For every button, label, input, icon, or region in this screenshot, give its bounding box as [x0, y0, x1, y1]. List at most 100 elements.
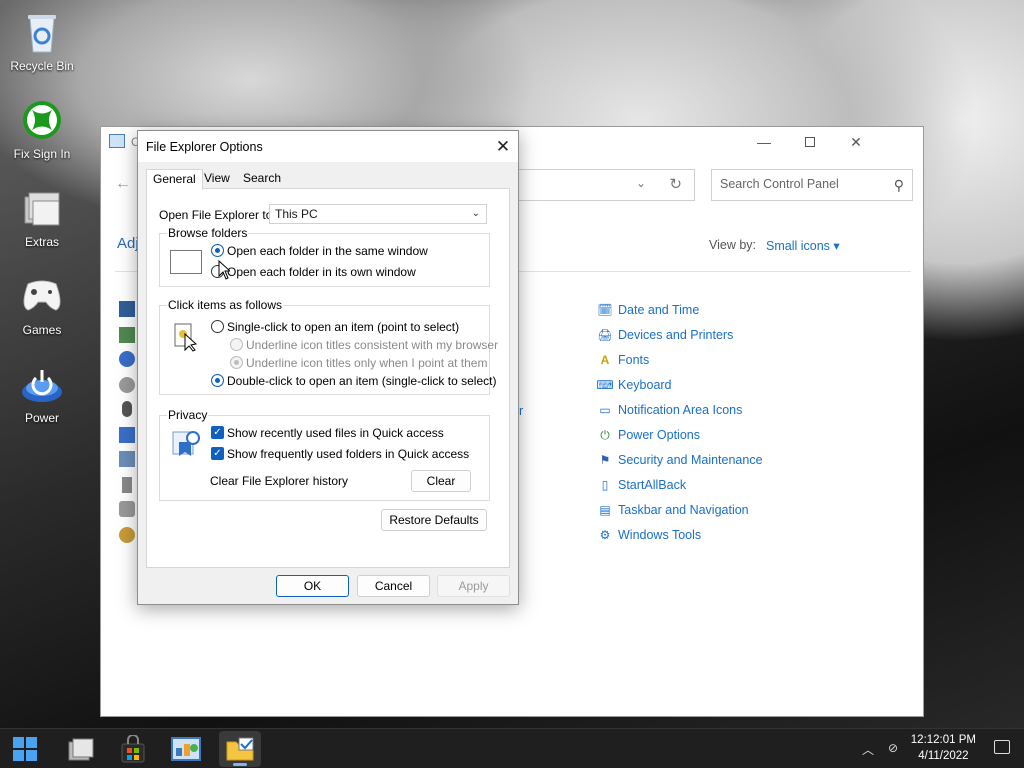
search-input[interactable]: [720, 177, 880, 191]
restore-defaults-button[interactable]: Restore Defaults: [381, 509, 487, 531]
folder-check-icon: [226, 737, 254, 761]
quick-access-icon: [172, 431, 200, 456]
view-by-dropdown[interactable]: Small icons ▾: [766, 238, 840, 253]
taskbar-file-explorer[interactable]: [60, 731, 102, 767]
option-label[interactable]: Show frequently used folders in Quick ac…: [227, 447, 469, 461]
taskbar-folder-options[interactable]: [219, 731, 261, 767]
network-status-icon[interactable]: ⊘: [888, 741, 898, 755]
chevron-down-icon[interactable]: ⌄: [636, 176, 646, 190]
startallback-icon: ▯: [601, 478, 609, 492]
dialog-title: File Explorer Options: [146, 140, 263, 154]
taskbar-control-panel[interactable]: [165, 731, 207, 767]
cp-item-power-options[interactable]: ⏻ Power Options: [597, 425, 700, 445]
close-button[interactable]: ✕: [833, 131, 879, 153]
chevron-up-icon[interactable]: ︿: [862, 741, 874, 758]
clear-history-label: Clear File Explorer history: [210, 474, 349, 488]
cp-item-label: Notification Area Icons: [618, 403, 743, 417]
desktop-icon-extras[interactable]: Extras: [2, 182, 82, 266]
option-label[interactable]: Single-click to open an item (point to s…: [227, 320, 459, 334]
storage-icon[interactable]: [119, 501, 135, 517]
option-label[interactable]: Open each folder in the same window: [227, 244, 428, 258]
dialog-titlebar[interactable]: File Explorer Options ✕: [138, 131, 518, 162]
option-label[interactable]: Underline icon titles consistent with my…: [246, 338, 498, 352]
start-button[interactable]: [4, 731, 46, 767]
search-box[interactable]: ⚲: [711, 169, 913, 201]
cp-item-label: StartAllBack: [618, 478, 687, 492]
sound-icon[interactable]: [122, 477, 132, 493]
computer-icon[interactable]: [119, 301, 135, 317]
option-label[interactable]: Open each folder in its own window: [227, 265, 416, 279]
maximize-button[interactable]: [787, 131, 833, 153]
cp-item-windows-tools[interactable]: ⚙ Windows Tools: [597, 525, 702, 545]
cp-item-date-and-time[interactable]: 🗓 Date and Time: [597, 300, 699, 320]
option-label[interactable]: Double-click to open an item (single-cli…: [227, 374, 496, 388]
search-icon[interactable]: ⚲: [894, 177, 904, 194]
cp-item-fonts[interactable]: A Fonts: [597, 350, 650, 370]
cp-item-label: Date and Time: [618, 303, 700, 317]
cancel-button[interactable]: Cancel: [357, 575, 430, 597]
notification-icon[interactable]: [994, 740, 1010, 754]
checkbox-recent-files[interactable]: ✓: [211, 426, 224, 439]
file-explorer-options-dialog: File Explorer Options ✕ General View Sea…: [137, 130, 519, 605]
close-icon: ✕: [495, 136, 511, 156]
maximize-icon: [805, 137, 815, 147]
chevron-down-icon: ⌄: [471, 208, 480, 219]
tab-general[interactable]: General: [146, 169, 203, 190]
cp-item-devices-and-printers[interactable]: 🖨 Devices and Printers: [597, 325, 733, 345]
back-arrow-icon[interactable]: ←: [115, 175, 131, 193]
desktop-icon-fix-sign-in[interactable]: Fix Sign In: [2, 94, 82, 178]
cp-item-label: Devices and Printers: [618, 328, 734, 342]
general-tab-panel: Open File Explorer to: This PC ⌄ Browse …: [146, 188, 510, 568]
display-icon[interactable]: [119, 427, 135, 443]
fonts-icon: A: [600, 353, 610, 367]
xbox-icon: [20, 98, 64, 142]
cp-item-label: Security and Maintenance: [618, 453, 763, 467]
radio-underline-consistent[interactable]: [230, 338, 243, 351]
desktop-icon-power[interactable]: Power: [2, 358, 82, 442]
tab-search[interactable]: Search: [243, 171, 281, 185]
apply-button[interactable]: Apply: [437, 575, 510, 597]
radio-single-click[interactable]: [211, 320, 224, 333]
taskbar-store[interactable]: [112, 731, 154, 767]
refresh-icon[interactable]: ↻: [669, 175, 682, 193]
dialog-close-button[interactable]: ✕: [488, 131, 518, 162]
cp-item-startallback[interactable]: ▯ StartAllBack: [597, 475, 686, 495]
firewall-icon[interactable]: [119, 327, 135, 343]
address-bar[interactable]: ⌄ ↻: [519, 169, 695, 201]
cp-item-keyboard[interactable]: ⌨ Keyboard: [596, 375, 671, 395]
programs-icon[interactable]: [119, 451, 135, 467]
folder-stack-icon: [20, 186, 64, 230]
checkbox-frequent-folders[interactable]: ✓: [211, 447, 224, 460]
cp-item-label: Windows Tools: [618, 528, 702, 542]
desktop-icon-label: Power: [24, 411, 59, 425]
option-label[interactable]: Show recently used files in Quick access: [227, 426, 444, 440]
open-to-dropdown[interactable]: This PC ⌄: [269, 204, 487, 224]
desktop-icon-games[interactable]: Games: [2, 270, 82, 354]
store-bag-icon: [121, 735, 145, 763]
taskbar: ︿ ⊘ 12:12:01 PM 4/11/2022: [0, 728, 1024, 768]
user-icon[interactable]: [119, 377, 135, 393]
cp-item-notification-area-icons[interactable]: ▭ Notification Area Icons: [597, 400, 742, 420]
clock-icon[interactable]: [119, 351, 135, 367]
radio-underline-hover[interactable]: [230, 356, 243, 369]
tab-view[interactable]: View: [204, 171, 230, 185]
radio-same-window[interactable]: [211, 244, 224, 257]
windows-logo-icon: [13, 737, 37, 761]
radio-double-click[interactable]: [211, 374, 224, 387]
mouse-icon[interactable]: [122, 401, 132, 417]
taskbar-clock[interactable]: 12:12:01 PM 4/11/2022: [911, 732, 976, 764]
desktop-icon-recycle-bin[interactable]: Recycle Bin: [2, 6, 82, 90]
minimize-button[interactable]: —: [741, 131, 787, 153]
power-options-icon: ⏻: [600, 427, 610, 442]
users-icon[interactable]: [119, 527, 135, 543]
cp-item-taskbar-and-navigation[interactable]: ▤ Taskbar and Navigation: [597, 500, 748, 520]
notification-area-icon: ▭: [599, 403, 611, 417]
option-label[interactable]: Underline icon titles only when I point …: [246, 356, 487, 370]
clock-time: 12:12:01 PM: [910, 734, 976, 746]
cp-item-security-and-maintenance[interactable]: ⚑ Security and Maintenance: [597, 450, 763, 470]
recycle-bin-icon: [20, 10, 64, 54]
clear-history-button[interactable]: Clear: [411, 470, 471, 492]
clock-calendar-icon: 🗓: [597, 303, 613, 317]
control-panel-icon: [109, 134, 125, 148]
ok-button[interactable]: OK: [276, 575, 349, 597]
